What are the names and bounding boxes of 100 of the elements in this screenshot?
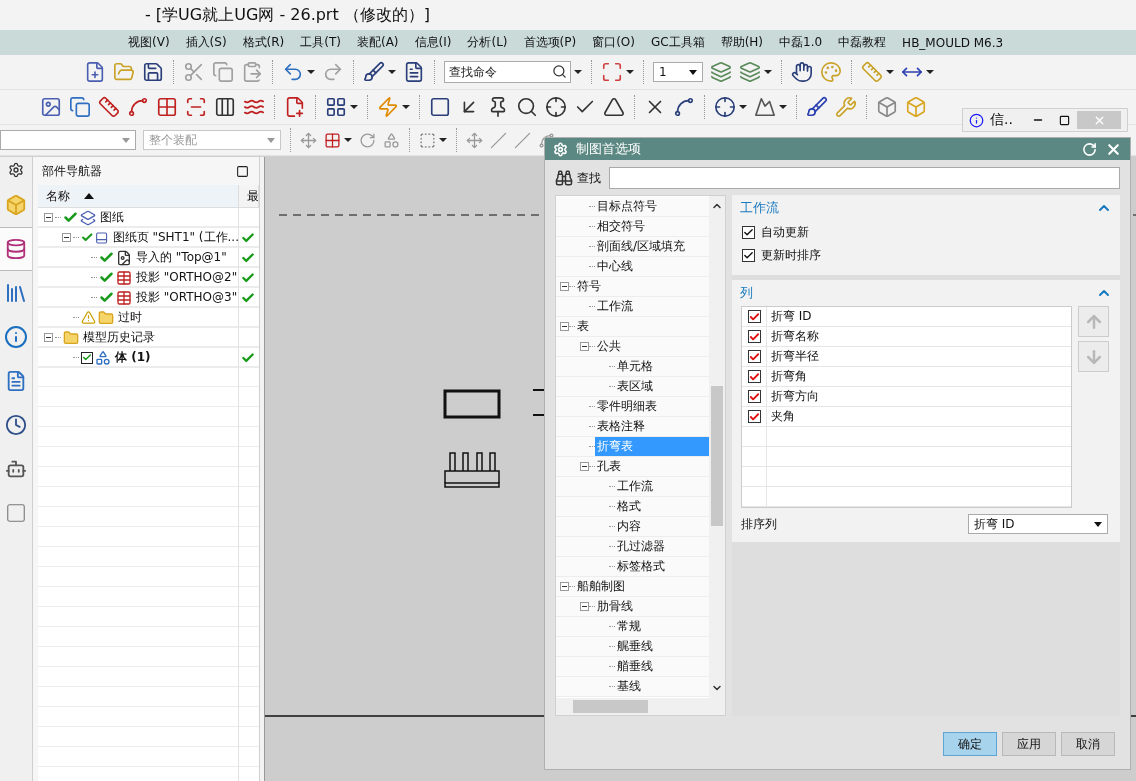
- tree-item-label[interactable]: 图纸页 "SHT1" (工作...: [112, 229, 239, 246]
- brush-icon[interactable]: [806, 96, 828, 118]
- tree-item-label[interactable]: 体 (1): [115, 349, 151, 366]
- caret-icon[interactable]: [764, 70, 772, 74]
- file-icon[interactable]: [84, 61, 106, 83]
- column-name[interactable]: 折弯角: [767, 367, 807, 386]
- layers-icon[interactable]: [710, 61, 732, 83]
- magnifier-icon[interactable]: [516, 96, 538, 118]
- tree-item-label[interactable]: 投影 "ORTHO@3": [136, 289, 238, 306]
- menu-item[interactable]: 插入(S): [179, 32, 233, 53]
- caret-icon[interactable]: [626, 70, 634, 74]
- maximize-icon[interactable]: [236, 164, 249, 178]
- curve-icon[interactable]: [127, 96, 149, 118]
- checkbox[interactable]: [742, 226, 755, 239]
- collapse-icon[interactable]: [580, 342, 589, 351]
- collapse-icon[interactable]: [580, 602, 589, 611]
- mountain-icon[interactable]: [754, 96, 776, 118]
- scan-icon[interactable]: [185, 96, 207, 118]
- tree-item-label[interactable]: 投影 "ORTHO@2": [136, 269, 238, 286]
- caret-icon[interactable]: [307, 70, 315, 74]
- columns-icon[interactable]: [214, 96, 236, 118]
- menu-item[interactable]: 中磊教程: [832, 32, 893, 53]
- menu-item[interactable]: 视图(V): [122, 32, 176, 53]
- tree-item-label[interactable]: 导入的 "Top@1": [136, 249, 227, 266]
- caret-icon[interactable]: [350, 105, 358, 109]
- menu-item[interactable]: 信息(I): [408, 32, 458, 53]
- settings-icon[interactable]: [8, 162, 24, 178]
- clipboard-icon[interactable]: [241, 61, 263, 83]
- move-icon[interactable]: [300, 131, 317, 149]
- reset-icon[interactable]: [1082, 141, 1097, 157]
- sort-column-dropdown[interactable]: 折弯 ID: [968, 514, 1108, 534]
- collapse-icon[interactable]: [560, 582, 569, 591]
- square-icon[interactable]: [5, 502, 27, 524]
- scroll-thumb[interactable]: [711, 386, 723, 526]
- collapse-icon[interactable]: [580, 462, 589, 471]
- move-icon[interactable]: [466, 131, 483, 149]
- add-file-icon[interactable]: [284, 96, 306, 118]
- caret-icon[interactable]: [574, 70, 582, 74]
- column-name[interactable]: 夹角: [767, 407, 795, 426]
- collapse-icon[interactable]: [62, 233, 71, 242]
- checkbox[interactable]: [747, 310, 761, 323]
- clock-icon[interactable]: [5, 414, 27, 436]
- menu-item[interactable]: 分析(L): [461, 32, 514, 53]
- checkbox[interactable]: [747, 330, 761, 343]
- caret-icon[interactable]: [739, 105, 747, 109]
- caret-icon[interactable]: [388, 70, 396, 74]
- document-icon[interactable]: [403, 61, 425, 83]
- menu-item[interactable]: 首选项(P): [517, 32, 583, 53]
- column-header[interactable]: 名称: [38, 185, 239, 207]
- column-name[interactable]: 折弯方向: [767, 387, 819, 406]
- horizontal-scrollbar[interactable]: [556, 698, 725, 715]
- column-name[interactable]: 折弯名称: [767, 327, 819, 346]
- collapse-icon[interactable]: [560, 282, 569, 291]
- layers-icon[interactable]: [739, 61, 761, 83]
- menu-item[interactable]: GC工具箱: [644, 32, 711, 53]
- checkbox[interactable]: [747, 350, 761, 363]
- robot-icon[interactable]: [5, 458, 27, 480]
- rotate-icon[interactable]: [359, 131, 376, 149]
- vertical-scrollbar[interactable]: [709, 196, 725, 698]
- menu-item[interactable]: 装配(A): [350, 32, 405, 53]
- image-icon[interactable]: [40, 96, 62, 118]
- grid-icon[interactable]: [324, 131, 341, 149]
- info-icon[interactable]: [4, 325, 28, 349]
- expand-icon[interactable]: [601, 61, 623, 83]
- caret-icon[interactable]: [439, 138, 447, 142]
- checkbox[interactable]: [747, 410, 761, 423]
- menu-item[interactable]: 格式(R): [236, 32, 291, 53]
- checkbox[interactable]: [747, 390, 761, 403]
- copy-icon[interactable]: [69, 96, 91, 118]
- cube-icon[interactable]: [876, 96, 898, 118]
- database-icon[interactable]: [5, 238, 27, 260]
- checkbox[interactable]: [742, 249, 755, 262]
- search-field[interactable]: [609, 167, 1120, 189]
- menu-item[interactable]: 窗口(O): [586, 32, 641, 53]
- collapse-icon[interactable]: [44, 213, 53, 222]
- collapse-icon[interactable]: [560, 322, 569, 331]
- scroll-thumb[interactable]: [573, 700, 648, 713]
- checkbox[interactable]: [81, 351, 93, 364]
- menu-item[interactable]: 中磊1.0: [773, 32, 829, 53]
- frame-icon[interactable]: [429, 96, 451, 118]
- caret-icon[interactable]: [886, 70, 894, 74]
- caret-icon[interactable]: [926, 70, 934, 74]
- hand-icon[interactable]: [791, 61, 813, 83]
- caret-icon[interactable]: [779, 105, 787, 109]
- search-icon[interactable]: [552, 64, 567, 79]
- menu-item[interactable]: 工具(T): [294, 32, 347, 53]
- menu-item[interactable]: 帮助(H): [714, 32, 769, 53]
- resource-tab[interactable]: [0, 227, 32, 271]
- triangle-icon[interactable]: [603, 96, 625, 118]
- books-icon[interactable]: [4, 281, 28, 305]
- collapse-icon[interactable]: [44, 333, 53, 342]
- caret-icon[interactable]: [344, 138, 352, 142]
- column-name[interactable]: 折弯 ID: [767, 307, 812, 326]
- brush-icon[interactable]: [363, 61, 385, 83]
- menu-item[interactable]: HB_MOULD M6.3: [896, 33, 1010, 52]
- caret-icon[interactable]: [402, 105, 410, 109]
- tree-item-label[interactable]: 图纸: [100, 209, 124, 226]
- command-search-field[interactable]: 查找命令: [444, 61, 571, 83]
- layout-icon[interactable]: [325, 96, 347, 118]
- layer-dropdown[interactable]: 1: [653, 62, 703, 82]
